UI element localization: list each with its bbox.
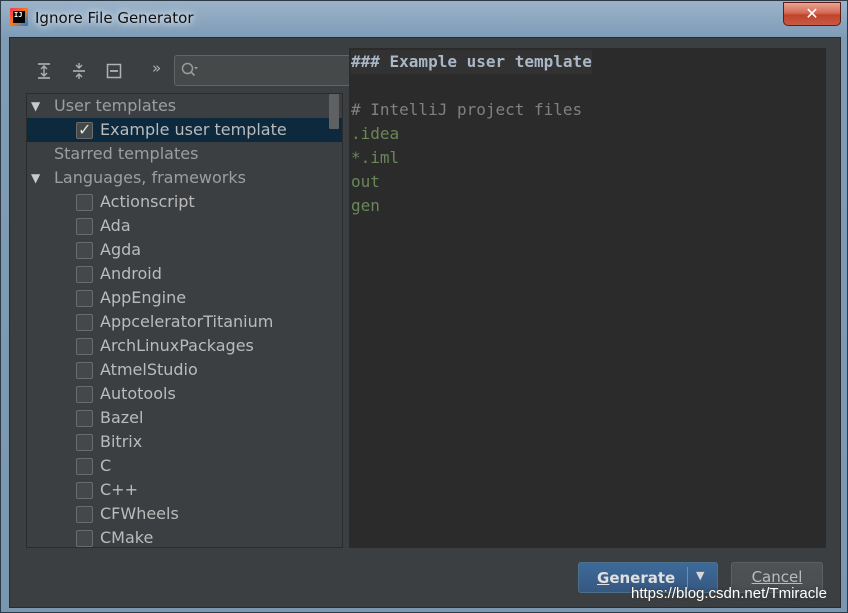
template-preview-editor[interactable]: ### Example user template # IntelliJ pro… bbox=[349, 48, 826, 548]
tree-group-label: Languages, frameworks bbox=[54, 168, 246, 187]
checkbox[interactable] bbox=[76, 266, 93, 283]
dialog-window: IJ Ignore File Generator ✕ » ▼ User temp… bbox=[0, 0, 848, 613]
tree-toolbar: » bbox=[26, 55, 355, 86]
checkbox[interactable]: ✓ bbox=[76, 120, 93, 139]
tree-item-label: C bbox=[100, 456, 112, 475]
checkbox[interactable] bbox=[76, 194, 93, 211]
checkbox[interactable] bbox=[76, 218, 93, 235]
cancel-button-label: Cancel bbox=[751, 568, 803, 586]
intellij-icon: IJ bbox=[10, 8, 28, 26]
tree-item[interactable]: Ada bbox=[27, 214, 342, 238]
tree-item[interactable]: AtmelStudio bbox=[27, 358, 342, 382]
tree-item-example-user-template[interactable]: ✓ Example user template bbox=[27, 118, 342, 142]
tree-item-label: Ada bbox=[100, 216, 131, 235]
checkbox[interactable] bbox=[76, 410, 93, 427]
preview-entry: out bbox=[351, 172, 380, 191]
tree-item[interactable]: C++ bbox=[27, 478, 342, 502]
tree-item[interactable]: AppEngine bbox=[27, 286, 342, 310]
search-input[interactable] bbox=[201, 60, 349, 81]
tree-item-label: ArchLinuxPackages bbox=[100, 336, 254, 355]
more-actions-button[interactable]: » bbox=[152, 59, 161, 77]
chevron-down-icon[interactable]: ▼ bbox=[696, 569, 704, 582]
expand-all-icon[interactable] bbox=[32, 60, 56, 82]
tree-item-label: C++ bbox=[100, 480, 138, 499]
checkbox[interactable] bbox=[76, 338, 93, 355]
checkbox[interactable] bbox=[76, 530, 93, 547]
watermark-text: https://blog.csdn.net/Tmiracle bbox=[631, 585, 827, 602]
tree-item-label: CMake bbox=[100, 528, 154, 547]
tree-item[interactable]: Bazel bbox=[27, 406, 342, 430]
tree-group-label: User templates bbox=[54, 96, 177, 115]
tree-item[interactable]: ArchLinuxPackages bbox=[27, 334, 342, 358]
search-icon bbox=[181, 62, 199, 82]
checkbox[interactable] bbox=[76, 458, 93, 475]
tree-item-label: Autotools bbox=[100, 384, 176, 403]
preview-comment: # IntelliJ project files bbox=[351, 100, 583, 119]
title-bar[interactable]: IJ Ignore File Generator ✕ bbox=[1, 1, 847, 37]
checkbox[interactable] bbox=[76, 290, 93, 307]
tree-item-label: Bitrix bbox=[100, 432, 143, 451]
search-field[interactable] bbox=[174, 55, 355, 86]
tree-item-label: Agda bbox=[100, 240, 142, 259]
tree-item[interactable]: CFWheels bbox=[27, 502, 342, 526]
tree-item-label: AppEngine bbox=[100, 288, 187, 307]
tree-item[interactable]: Agda bbox=[27, 238, 342, 262]
collapse-all-icon[interactable] bbox=[67, 60, 91, 82]
tree-item[interactable]: AppceleratorTitanium bbox=[27, 310, 342, 334]
tree-item-label: Example user template bbox=[100, 120, 287, 139]
window-title: Ignore File Generator bbox=[35, 9, 194, 27]
tree-item[interactable]: Android bbox=[27, 262, 342, 286]
tree-scrollbar-thumb[interactable] bbox=[329, 94, 339, 129]
tree-item-label: CFWheels bbox=[100, 504, 179, 523]
tree-item-label: AppceleratorTitanium bbox=[100, 312, 274, 331]
dialog-body: » ▼ User templates ✓ Example user templa… bbox=[9, 37, 841, 608]
tree-item[interactable]: C bbox=[27, 454, 342, 478]
expand-triangle-icon[interactable]: ▼ bbox=[31, 166, 45, 190]
checkbox[interactable] bbox=[76, 314, 93, 331]
tree-item[interactable]: Bitrix bbox=[27, 430, 342, 454]
preview-entry: gen bbox=[351, 196, 380, 215]
tree-item-label: AtmelStudio bbox=[100, 360, 198, 379]
close-button[interactable]: ✕ bbox=[783, 2, 841, 26]
checkbox[interactable] bbox=[76, 242, 93, 259]
tree-group-label: Starred templates bbox=[54, 144, 199, 163]
tree-item-label: Bazel bbox=[100, 408, 144, 427]
checkbox[interactable] bbox=[76, 506, 93, 523]
collapse-icon[interactable] bbox=[102, 60, 126, 82]
checkbox[interactable] bbox=[76, 362, 93, 379]
template-tree[interactable]: ▼ User templates ✓ Example user template… bbox=[26, 93, 343, 548]
checkbox[interactable] bbox=[76, 434, 93, 451]
tree-item[interactable]: Autotools bbox=[27, 382, 342, 406]
tree-group-user-templates[interactable]: ▼ User templates bbox=[27, 94, 342, 118]
tree-group-starred-templates[interactable]: Starred templates bbox=[27, 142, 342, 166]
tree-item[interactable]: CMake bbox=[27, 526, 342, 547]
expand-triangle-icon[interactable]: ▼ bbox=[31, 94, 45, 118]
tree-item-label: Android bbox=[100, 264, 162, 283]
tree-item[interactable]: Actionscript bbox=[27, 190, 342, 214]
tree-item-label: Actionscript bbox=[100, 192, 195, 211]
preview-heading: ### Example user template bbox=[351, 50, 592, 74]
preview-entry: .idea bbox=[351, 124, 400, 143]
tree-group-languages-frameworks[interactable]: ▼ Languages, frameworks bbox=[27, 166, 342, 190]
checkbox[interactable] bbox=[76, 482, 93, 499]
checkbox[interactable] bbox=[76, 386, 93, 403]
checkmark-icon: ✓ bbox=[78, 120, 92, 139]
preview-entry: *.iml bbox=[351, 148, 400, 167]
